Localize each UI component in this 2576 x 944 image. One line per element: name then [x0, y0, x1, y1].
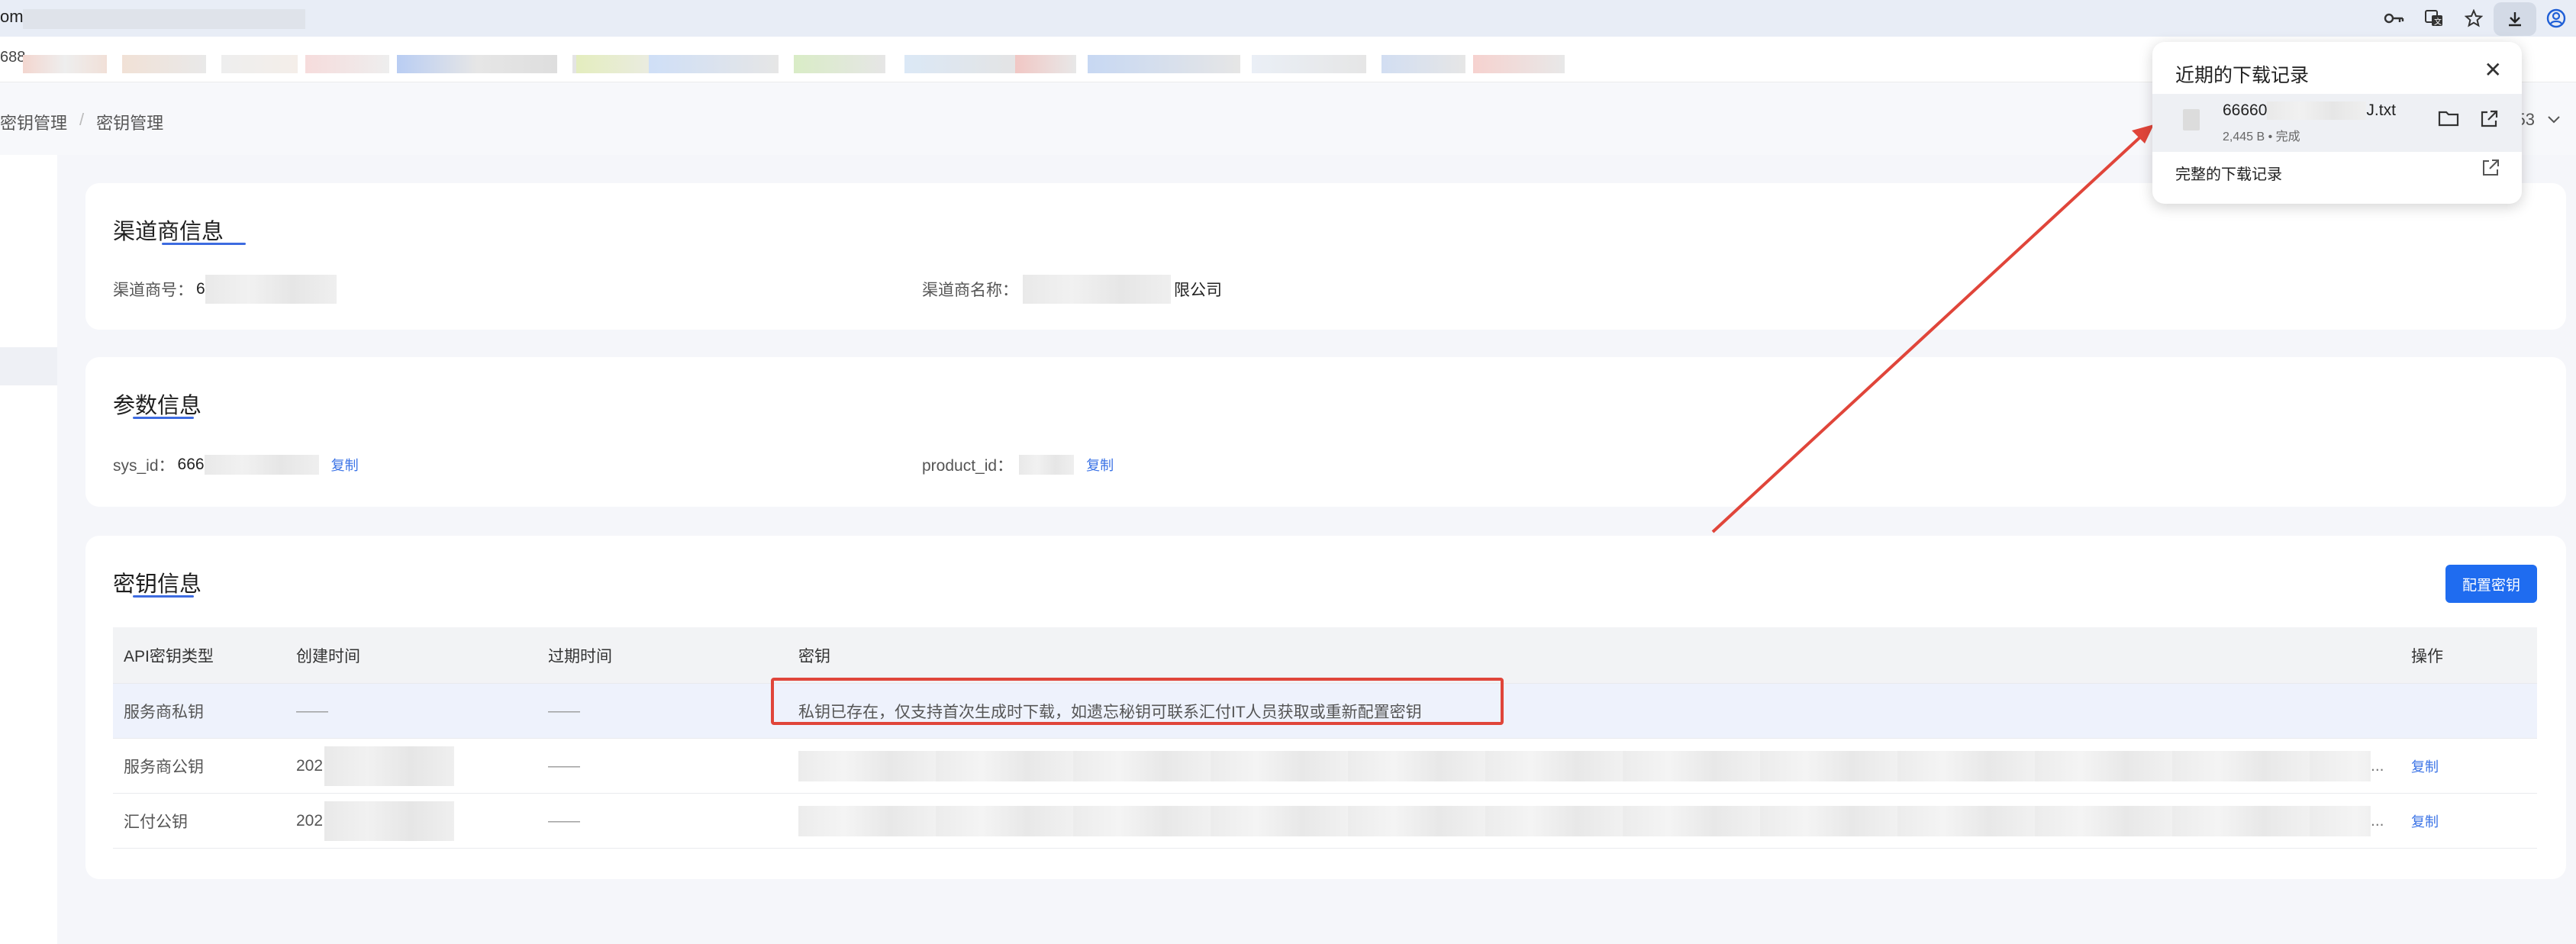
downloads-title: 近期的下载记录 — [2175, 65, 2310, 86]
open-external-icon[interactable] — [2479, 109, 2499, 129]
download-file-name: 66660 J.txt — [2223, 101, 2396, 120]
download-meta: 2,445 B • 完成 — [2223, 130, 2300, 143]
file-name-suffix: J.txt — [2366, 101, 2396, 119]
open-external-icon[interactable] — [2481, 158, 2500, 178]
file-icon — [2183, 109, 2200, 130]
download-item[interactable]: 66660 J.txt 2,445 B • 完成 — [2152, 94, 2522, 152]
file-name-prefix: 66660 — [2223, 101, 2268, 119]
download-actions — [2438, 109, 2499, 129]
close-icon[interactable]: ✕ — [2484, 57, 2502, 82]
file-name-redacted — [2267, 101, 2367, 120]
folder-icon[interactable] — [2438, 109, 2459, 127]
downloads-popup: 近期的下载记录 ✕ 66660 J.txt 2,445 B • 完成 完整的下载… — [2152, 42, 2522, 204]
all-downloads-link[interactable]: 完整的下载记录 — [2175, 162, 2282, 184]
